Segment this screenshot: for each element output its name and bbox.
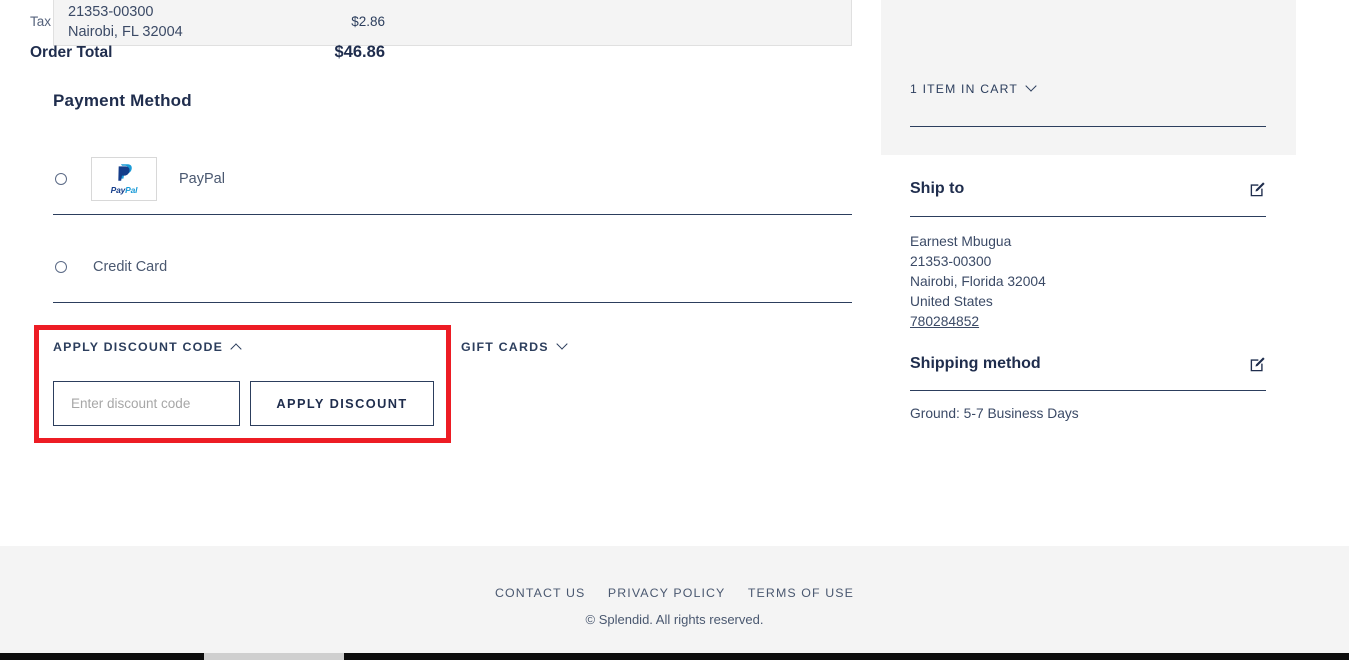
edit-ship-to-icon[interactable] (1249, 181, 1266, 198)
payment-option-paypal[interactable]: PayPal PayPal (53, 143, 852, 215)
ship-to-city-state-zip: Nairobi, Florida 32004 (910, 274, 1046, 289)
ship-to-header: Ship to (910, 180, 1266, 198)
ship-to-country: United States (910, 294, 993, 309)
order-total-label: Order Total (30, 44, 113, 61)
apply-discount-code-label: APPLY DISCOUNT CODE (53, 340, 224, 354)
chevron-down-icon (556, 338, 568, 350)
credit-card-label: Credit Card (93, 258, 168, 275)
horizontal-scrollbar[interactable] (0, 653, 1349, 660)
payment-option-credit-card[interactable]: Credit Card (53, 231, 852, 303)
gift-cards-label: GIFT CARDS (461, 340, 549, 354)
paypal-label: PayPal (179, 170, 225, 187)
checkout-main-column: 21353-00300 Nairobi, FL 32004 Payment Me… (0, 0, 881, 546)
cart-items-label: 1 ITEM IN CART (910, 82, 1018, 96)
cart-items-toggle[interactable]: 1 ITEM IN CART (910, 80, 1037, 96)
discount-code-input[interactable] (53, 381, 240, 426)
shipping-method-title: Shipping method (910, 355, 1041, 372)
shipping-method-header: Shipping method (910, 355, 1266, 373)
edit-shipping-method-icon[interactable] (1249, 356, 1266, 373)
horizontal-scrollbar-thumb[interactable] (204, 653, 344, 660)
checkout-page: 21353-00300 Nairobi, FL 32004 Payment Me… (0, 0, 1349, 660)
footer-link-terms-of-use[interactable]: TERMS OF USE (748, 586, 854, 600)
paypal-wordmark: PayPal (110, 185, 138, 195)
footer-link-privacy-policy[interactable]: PRIVACY POLICY (608, 586, 726, 600)
page-footer: CONTACT US PRIVACY POLICY TERMS OF USE ©… (0, 546, 1349, 654)
apply-discount-button[interactable]: APPLY DISCOUNT (250, 381, 434, 426)
payment-method-title: Payment Method (53, 91, 192, 110)
footer-links: CONTACT US PRIVACY POLICY TERMS OF USE (0, 584, 1349, 602)
ship-to-title: Ship to (910, 180, 965, 197)
gift-cards-toggle[interactable]: GIFT CARDS (461, 338, 568, 354)
tax-row: Tax $2.86 (30, 14, 385, 29)
footer-copyright: © Splendid. All rights reserved. (585, 612, 764, 627)
order-total-value: $46.86 (334, 43, 385, 61)
shipping-method-value: Ground: 5-7 Business Days (910, 406, 1079, 421)
ship-to-phone[interactable]: 780284852 (910, 312, 1046, 332)
paypal-logo: PayPal (91, 156, 157, 201)
tax-value: $2.86 (351, 14, 385, 29)
tax-label: Tax (30, 14, 52, 29)
paypal-mark-icon (113, 162, 135, 184)
ship-to-address: Earnest Mbugua 21353-00300 Nairobi, Flor… (910, 232, 1046, 332)
ship-to-name: Earnest Mbugua (910, 234, 1012, 249)
order-summary-top (881, 0, 1296, 155)
ship-to-postal: 21353-00300 (910, 254, 992, 269)
ship-to-divider (910, 216, 1266, 217)
shipping-method-divider (910, 390, 1266, 391)
order-summary-body (881, 155, 1296, 546)
footer-link-contact-us[interactable]: CONTACT US (495, 586, 585, 600)
chevron-up-icon (230, 343, 242, 355)
apply-discount-code-toggle[interactable]: APPLY DISCOUNT CODE (53, 340, 242, 355)
order-total-row: Order Total $46.86 (30, 43, 385, 62)
radio-paypal[interactable] (55, 172, 67, 185)
cart-divider (910, 126, 1266, 127)
chevron-down-icon (1025, 80, 1037, 92)
radio-credit-card[interactable] (55, 260, 67, 273)
